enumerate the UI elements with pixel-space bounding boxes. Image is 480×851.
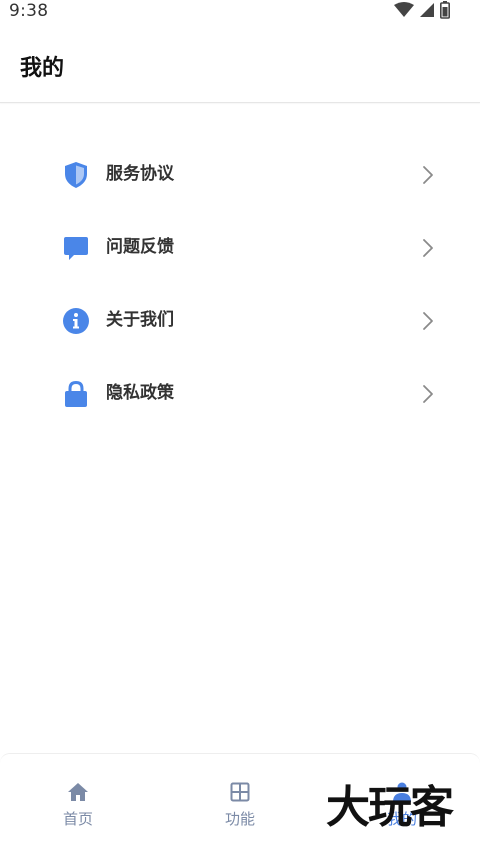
menu-item-service-agreement[interactable]: 服务协议 xyxy=(0,138,480,211)
shield-icon xyxy=(65,162,87,188)
menu-item-label: 问题反馈 xyxy=(106,237,174,257)
menu-item-feedback[interactable]: 问题反馈 xyxy=(0,211,480,284)
chevron-right-icon xyxy=(423,166,433,184)
menu-item-label: 关于我们 xyxy=(106,310,174,330)
info-icon xyxy=(63,308,89,334)
tab-label: 功能 xyxy=(224,810,255,828)
battery-icon xyxy=(440,1,450,19)
status-icons xyxy=(394,1,450,19)
status-bar: 9:38 xyxy=(0,0,480,22)
settings-menu: 服务协议 问题反馈 关于我们 隐私政策 xyxy=(0,138,480,430)
cell-signal-icon xyxy=(420,3,434,17)
menu-item-about-us[interactable]: 关于我们 xyxy=(0,284,480,357)
page-header: 我的 xyxy=(0,22,480,103)
chevron-right-icon xyxy=(423,385,433,403)
tab-features[interactable]: 功能 xyxy=(200,778,280,834)
lock-icon xyxy=(65,380,87,407)
wifi-icon xyxy=(394,2,414,17)
status-time: 9:38 xyxy=(9,1,49,21)
chat-bubble-icon xyxy=(64,237,88,260)
menu-item-label: 隐私政策 xyxy=(106,383,174,403)
menu-item-privacy-policy[interactable]: 隐私政策 xyxy=(0,357,480,430)
chevron-right-icon xyxy=(423,239,433,257)
page-title: 我的 xyxy=(20,56,65,81)
chevron-right-icon xyxy=(423,312,433,330)
watermark-text: 大玩客 xyxy=(326,782,454,833)
home-icon xyxy=(68,783,88,801)
grid-icon xyxy=(230,782,250,802)
menu-item-label: 服务协议 xyxy=(106,164,174,184)
tab-label: 首页 xyxy=(62,810,93,828)
tab-home[interactable]: 首页 xyxy=(38,778,118,834)
